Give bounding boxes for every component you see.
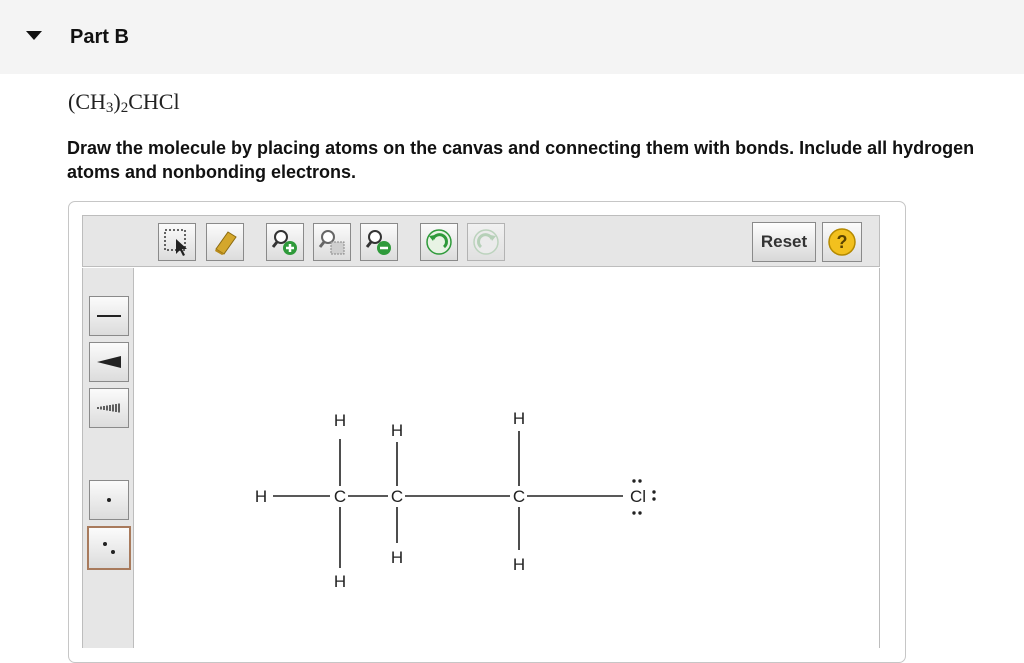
eraser-icon [215,231,237,255]
instructions-text: Draw the molecule by placing atoms on th… [67,138,975,182]
single-bond-icon [97,315,121,317]
atom-h-left: H [255,487,267,506]
atom-h-c2-down: H [391,548,403,567]
zoom-template-icon [318,230,345,255]
marquee-select-icon [164,229,187,256]
atom-c1: C [334,487,346,506]
molecule-drawing: H C C C Cl H H H H H H [255,409,656,591]
part-title: Part B [70,26,129,48]
help-icon: ? [828,228,856,256]
remove-charge-tool-button[interactable] [360,223,398,261]
formula-paren: ) [113,89,121,114]
lone-pair-icon [103,542,115,554]
atom-c2: C [391,487,403,506]
redo-tool-button[interactable] [467,223,505,261]
undo-icon [426,229,452,255]
single-dot-icon [107,498,111,502]
reset-button[interactable]: Reset [752,222,816,262]
drawing-canvas[interactable]: H C C C Cl H H H H H H [135,268,880,648]
help-button[interactable]: ? [822,222,862,262]
wedge-bond-tool-button[interactable] [89,342,129,382]
wedge-bond-icon [97,356,121,368]
undo-tool-button[interactable] [420,223,458,261]
radical-tool-button[interactable] [89,480,129,520]
lone-pair-tool-button[interactable] [87,526,131,570]
molecular-formula: (CH3)2CHCl [68,89,180,116]
help-label: ? [837,232,848,252]
eraser-tool-button[interactable] [206,223,244,261]
hash-bond-icon [97,403,120,413]
formula-suffix: CHCl [128,89,180,114]
atom-h-c2-up: H [391,421,403,440]
zoom-minus-icon [365,230,391,255]
atom-h-c3-down: H [513,555,525,574]
atom-cl: Cl [630,487,646,506]
template-tool-button[interactable] [313,223,351,261]
add-charge-tool-button[interactable] [266,223,304,261]
select-tool-button[interactable] [158,223,196,261]
formula-subscript-3: 3 [105,100,114,116]
formula-subscript-2: 2 [120,100,129,116]
zoom-plus-icon [271,230,297,255]
atom-h-c1-down: H [334,572,346,591]
formula-prefix: (CH [68,89,106,114]
collapse-triangle-icon[interactable] [26,31,42,40]
hash-bond-tool-button[interactable] [89,388,129,428]
single-bond-tool-button[interactable] [89,296,129,336]
atom-c3: C [513,487,525,506]
atom-h-c3-up: H [513,409,525,428]
redo-icon [473,229,499,255]
atom-h-c1-up: H [334,411,346,430]
part-header[interactable]: Part B [0,0,1024,74]
